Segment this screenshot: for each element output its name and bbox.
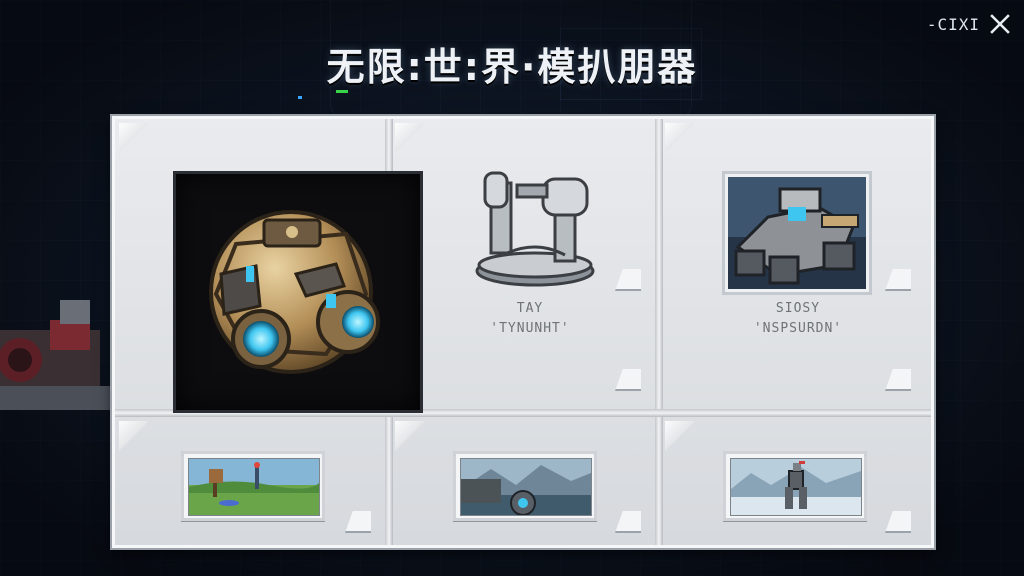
panel-notch bbox=[615, 369, 641, 391]
title-accent-green bbox=[336, 90, 348, 93]
panel-corner bbox=[665, 421, 695, 451]
item-card-turret[interactable] bbox=[455, 159, 605, 299]
item-label-line1: TAY bbox=[516, 301, 544, 316]
mountain-lake-scene-icon bbox=[461, 459, 591, 515]
panel-notch bbox=[615, 269, 641, 291]
panel-corner bbox=[395, 421, 425, 451]
panel-corner bbox=[119, 123, 149, 153]
thumbnail-mountain-lake[interactable] bbox=[453, 451, 597, 521]
title-accent-blue bbox=[298, 96, 302, 99]
item-card-sphere[interactable] bbox=[173, 171, 423, 413]
item-label-line2: 'NSPSURDN' bbox=[753, 321, 843, 336]
tank-mech-icon bbox=[728, 177, 866, 289]
item-label-turret: TAY 'TYNUNHT' bbox=[435, 299, 625, 339]
close-button[interactable] bbox=[988, 12, 1012, 36]
page-title: 无限:世:界·模扒朋器 bbox=[326, 45, 698, 89]
grassland-scene-icon bbox=[189, 459, 319, 515]
panel-corner bbox=[119, 421, 149, 451]
turret-icon bbox=[475, 171, 595, 287]
panel-notch bbox=[885, 511, 911, 533]
panel-notch bbox=[885, 369, 911, 391]
top-right-controls: -CIXI bbox=[927, 12, 1012, 36]
icy-robot-scene-icon bbox=[731, 459, 861, 515]
item-label-tank: SIOSY 'NSPSURDN' bbox=[703, 299, 893, 339]
thumbnail-grassland[interactable] bbox=[181, 451, 325, 521]
close-icon bbox=[990, 14, 1010, 34]
thumbnail-icy-robot[interactable] bbox=[723, 451, 867, 521]
item-label-line1: SIOSY bbox=[775, 301, 821, 316]
panel-corner bbox=[665, 123, 695, 153]
session-code: -CIXI bbox=[926, 14, 980, 34]
panel-notch bbox=[615, 511, 641, 533]
panel-notch bbox=[345, 511, 371, 533]
panel-divider bbox=[655, 119, 663, 545]
item-selection-panel: TAY 'TYNUNHT' SIOSY 'NSPSURDN' bbox=[112, 116, 934, 548]
item-card-tank[interactable] bbox=[722, 171, 872, 295]
item-label-line2: 'TYNUNHT' bbox=[490, 321, 570, 336]
background-robot-icon bbox=[0, 300, 110, 410]
panel-corner bbox=[395, 123, 425, 153]
panel-notch bbox=[885, 269, 911, 291]
armored-sphere-icon bbox=[209, 210, 380, 374]
